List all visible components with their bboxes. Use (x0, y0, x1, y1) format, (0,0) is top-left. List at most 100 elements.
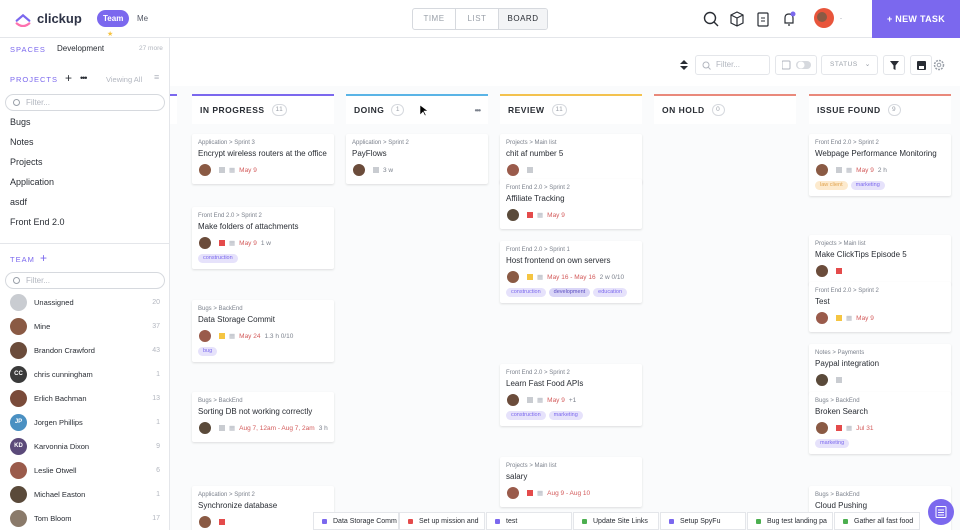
task-breadcrumb[interactable]: Application > Sprint 3 (198, 140, 328, 146)
task-card[interactable]: Bugs > BackEnd Broken Search ▦ Jul 31 market… (809, 392, 951, 454)
task-card[interactable]: Notes > Payments Paypal integration (809, 344, 951, 394)
tag[interactable]: construction (506, 288, 546, 297)
chat-button[interactable] (928, 499, 954, 525)
add-member-icon[interactable]: + (40, 251, 47, 265)
task-title[interactable]: Affiliate Tracking (506, 194, 636, 204)
search-icon[interactable] (702, 10, 720, 28)
minimized-task-tab[interactable]: Gather all fast food (834, 512, 920, 530)
assignee-avatar[interactable] (815, 421, 829, 435)
assignee-avatar[interactable] (506, 208, 520, 222)
bell-icon[interactable] (780, 10, 798, 28)
task-card[interactable]: Bugs > BackEnd Data Storage Commit ▦ May 24… (192, 300, 334, 362)
task-card[interactable]: Application > Sprint 3 Encrypt wireless r… (192, 134, 334, 184)
due-date[interactable]: May 9 (239, 167, 257, 174)
task-breadcrumb[interactable]: Projects > Main list (506, 140, 636, 146)
viewing-all-toggle[interactable]: Viewing All (106, 75, 142, 84)
task-title[interactable]: Cloud Pushing (815, 501, 945, 511)
task-title[interactable]: Synchronize database (198, 501, 328, 511)
sort-icon[interactable] (678, 58, 690, 72)
tag[interactable]: construction (506, 411, 546, 420)
team-member[interactable]: Michael Easton 1 (10, 485, 160, 503)
team-member[interactable]: Mine 37 (10, 317, 160, 335)
task-card[interactable]: Bugs > BackEnd Sorting DB not working cor… (192, 392, 334, 442)
priority-flag-icon[interactable] (527, 167, 533, 173)
priority-flag-icon[interactable] (527, 274, 533, 280)
due-date[interactable]: May 16 - May 16 (547, 274, 595, 281)
task-breadcrumb[interactable]: Front End 2.0 > Sprint 2 (815, 288, 945, 294)
task-breadcrumb[interactable]: Bugs > BackEnd (198, 306, 328, 312)
minimized-task-tab[interactable]: Setup SpyFu (660, 512, 746, 530)
task-breadcrumb[interactable]: Front End 2.0 > Sprint 2 (506, 370, 636, 376)
task-breadcrumb[interactable]: Bugs > BackEnd (815, 398, 945, 404)
task-card[interactable]: Front End 2.0 > Sprint 2 Affiliate Tracki… (500, 179, 642, 229)
column-header[interactable]: ON HOLD 0 (654, 94, 796, 124)
status-dropdown[interactable]: STATUS ⌄ (821, 55, 878, 75)
assignee-avatar[interactable] (198, 515, 212, 529)
minimized-task-tab[interactable]: Data Storage Comm (313, 512, 399, 530)
task-card[interactable]: Projects > Main list salary ▦ Aug 9 - Aug 1… (500, 457, 642, 507)
team-member[interactable]: Brandon Crawford 43 (10, 341, 160, 359)
new-task-button[interactable]: + NEW TASK (872, 0, 960, 38)
priority-flag-icon[interactable] (219, 240, 225, 246)
tab-board[interactable]: BOARD (499, 9, 547, 29)
add-project-icon[interactable]: + (65, 71, 72, 85)
task-breadcrumb[interactable]: Projects > Main list (506, 463, 636, 469)
assignee-avatar[interactable] (815, 264, 829, 278)
task-breadcrumb[interactable]: Bugs > BackEnd (198, 398, 328, 404)
tag[interactable]: bug (198, 347, 218, 356)
column-header[interactable]: DOING 1 ••• (346, 94, 488, 124)
tag[interactable]: marketing (850, 181, 885, 190)
task-card[interactable]: Front End 2.0 > Sprint 2 Webpage Performa… (809, 134, 951, 196)
subtasks-toggle[interactable] (775, 55, 817, 75)
priority-flag-icon[interactable] (836, 268, 842, 274)
priority-flag-icon[interactable] (219, 519, 225, 525)
priority-flag-icon[interactable] (219, 333, 225, 339)
tag[interactable]: marketing (815, 439, 850, 448)
priority-flag-icon[interactable] (373, 167, 379, 173)
task-card[interactable]: Front End 2.0 > Sprint 1 Host frontend on… (500, 241, 642, 303)
user-avatar[interactable]: - (813, 7, 845, 29)
task-title[interactable]: Test (815, 297, 945, 307)
team-member[interactable]: CC chris cunningham 1 (10, 365, 160, 383)
column-header[interactable]: ISSUE FOUND 9 (809, 94, 951, 124)
more-icon[interactable]: ••• (80, 73, 88, 83)
task-breadcrumb[interactable]: Notes > Payments (815, 350, 945, 356)
project-item-projects[interactable]: Projects (10, 157, 43, 167)
priority-flag-icon[interactable] (527, 397, 533, 403)
team-filter-input[interactable]: Filter... (5, 272, 165, 289)
column-more-icon[interactable]: ••• (475, 106, 481, 115)
assignee-avatar[interactable] (352, 163, 366, 177)
project-item-front-end[interactable]: Front End 2.0 (10, 217, 65, 227)
task-card[interactable]: Application > Sprint 2 PayFlows 3 w (346, 134, 488, 184)
tag[interactable]: marketing (548, 411, 583, 420)
tag[interactable]: development (548, 288, 591, 297)
board-filter-input[interactable]: Filter... (695, 55, 770, 75)
team-member[interactable]: Leslie Otwell 6 (10, 461, 160, 479)
task-title[interactable]: Encrypt wireless routers at the office (198, 149, 328, 159)
assignee-avatar[interactable] (198, 421, 212, 435)
team-member[interactable]: Tom Bloom 17 (10, 509, 160, 527)
task-title[interactable]: Make folders of attachments (198, 222, 328, 232)
team-member[interactable]: KD Karvonnia Dixon 9 (10, 437, 160, 455)
settings-gear-icon[interactable] (933, 59, 945, 71)
assignee-avatar[interactable] (815, 163, 829, 177)
column-header[interactable]: IN PROGRESS 11 (192, 94, 334, 124)
task-title[interactable]: Paypal integration (815, 359, 945, 369)
spaces-more-link[interactable]: 27 more (139, 45, 163, 52)
assignee-avatar[interactable] (506, 486, 520, 500)
due-date[interactable]: May 24 (239, 333, 260, 340)
task-title[interactable]: Sorting DB not working correctly (198, 407, 328, 417)
column-header[interactable]: REVIEW 11 (500, 94, 642, 124)
tag[interactable]: construction (198, 254, 238, 263)
task-breadcrumb[interactable]: Application > Sprint 2 (352, 140, 482, 146)
workspace-team-button[interactable]: Team (97, 10, 130, 27)
assignee-avatar[interactable] (198, 163, 212, 177)
project-item-bugs[interactable]: Bugs (10, 117, 31, 127)
assignee-avatar[interactable] (815, 311, 829, 325)
task-title[interactable]: Learn Fast Food APIs (506, 379, 636, 389)
minimized-task-tab[interactable]: Update Site Links (573, 512, 659, 530)
priority-flag-icon[interactable] (836, 167, 842, 173)
task-card[interactable]: Projects > Main list chit af number 5 (500, 134, 642, 184)
task-title[interactable]: chit af number 5 (506, 149, 636, 159)
priority-flag-icon[interactable] (836, 377, 842, 383)
